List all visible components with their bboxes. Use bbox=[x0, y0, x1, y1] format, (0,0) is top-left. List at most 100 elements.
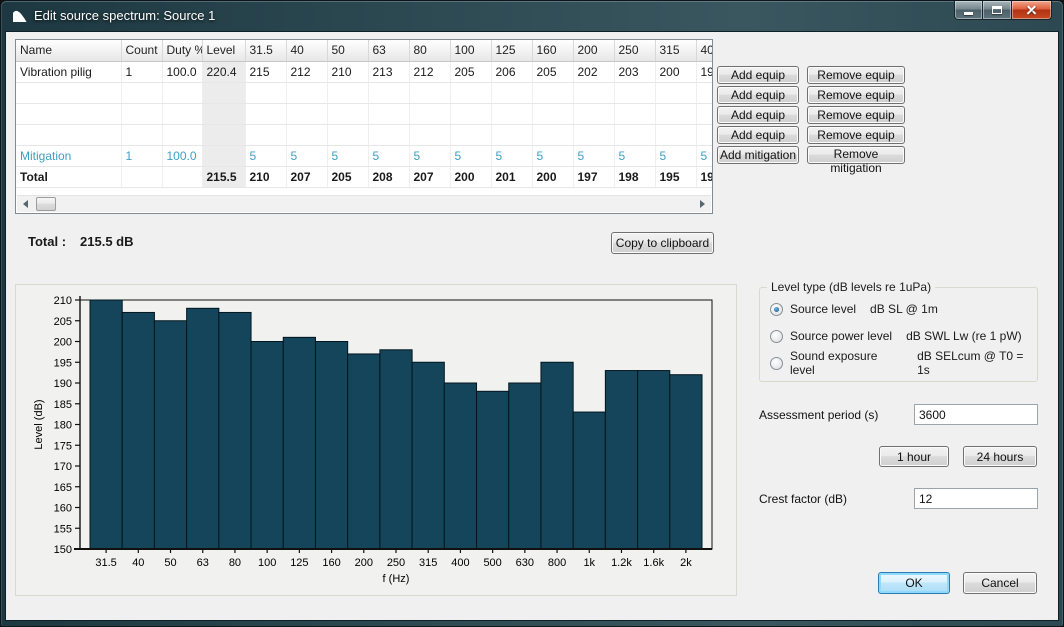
table-cell[interactable] bbox=[162, 124, 202, 145]
one-hour-button[interactable]: 1 hour bbox=[879, 446, 949, 467]
close-button[interactable] bbox=[1011, 1, 1052, 20]
table-cell[interactable]: 195 bbox=[696, 61, 713, 82]
table-cell[interactable]: 215.5 bbox=[202, 166, 245, 187]
table-cell[interactable] bbox=[655, 82, 696, 103]
table-cell[interactable] bbox=[368, 103, 409, 124]
table-cell[interactable]: 1 bbox=[121, 145, 162, 166]
column-header[interactable]: 63 bbox=[368, 40, 409, 61]
add-equip-button[interactable]: Add equip bbox=[717, 66, 799, 84]
table-cell[interactable] bbox=[245, 124, 286, 145]
table-cell[interactable]: 100.0 bbox=[162, 61, 202, 82]
column-header[interactable]: Duty % bbox=[162, 40, 202, 61]
table-cell[interactable] bbox=[327, 124, 368, 145]
add-mitigation-button[interactable]: Add mitigation bbox=[717, 146, 799, 164]
table-cell[interactable] bbox=[286, 82, 327, 103]
table-cell[interactable] bbox=[655, 124, 696, 145]
table-cell[interactable] bbox=[532, 82, 573, 103]
column-header[interactable]: 31.5 bbox=[245, 40, 286, 61]
column-header[interactable]: 125 bbox=[491, 40, 532, 61]
column-header[interactable]: Level bbox=[202, 40, 245, 61]
table-cell[interactable] bbox=[16, 103, 121, 124]
radio-button[interactable] bbox=[770, 357, 783, 370]
table-cell[interactable]: 1 bbox=[121, 61, 162, 82]
table-cell[interactable] bbox=[491, 82, 532, 103]
radio-button[interactable] bbox=[770, 330, 783, 343]
column-header[interactable]: 315 bbox=[655, 40, 696, 61]
table-cell[interactable]: 212 bbox=[286, 61, 327, 82]
minimize-button[interactable] bbox=[954, 1, 983, 20]
table-cell[interactable]: 206 bbox=[491, 61, 532, 82]
horizontal-scrollbar[interactable] bbox=[17, 195, 711, 212]
add-equip-button[interactable]: Add equip bbox=[717, 86, 799, 104]
table-cell[interactable]: 207 bbox=[286, 166, 327, 187]
column-header[interactable]: 100 bbox=[450, 40, 491, 61]
table-cell[interactable]: 195 bbox=[655, 166, 696, 187]
table-cell[interactable]: 5 bbox=[573, 145, 614, 166]
table-cell[interactable]: 5 bbox=[450, 145, 491, 166]
table-cell[interactable] bbox=[121, 166, 162, 187]
crest-factor-input[interactable] bbox=[914, 488, 1038, 509]
table-cell[interactable]: 205 bbox=[532, 61, 573, 82]
table-cell[interactable] bbox=[162, 166, 202, 187]
table-cell[interactable] bbox=[286, 124, 327, 145]
scroll-left-button[interactable] bbox=[17, 196, 34, 212]
table-cell[interactable] bbox=[532, 103, 573, 124]
table-cell[interactable] bbox=[409, 82, 450, 103]
remove-equip-button[interactable]: Remove equip bbox=[807, 106, 905, 124]
table-cell[interactable] bbox=[121, 82, 162, 103]
table-cell[interactable]: 197 bbox=[573, 166, 614, 187]
table-cell[interactable] bbox=[532, 124, 573, 145]
title-bar[interactable]: Edit source spectrum: Source 1 bbox=[1, 1, 1063, 31]
table-cell[interactable] bbox=[655, 103, 696, 124]
table-cell[interactable] bbox=[327, 103, 368, 124]
column-header[interactable]: 400 bbox=[696, 40, 713, 61]
table-cell[interactable] bbox=[696, 82, 713, 103]
table-cell[interactable] bbox=[409, 103, 450, 124]
level-type-option[interactable]: Source leveldB SL @ 1m bbox=[770, 302, 938, 316]
cancel-button[interactable]: Cancel bbox=[963, 572, 1037, 594]
column-header[interactable]: Name bbox=[16, 40, 121, 61]
table-cell[interactable]: 5 bbox=[491, 145, 532, 166]
table-cell[interactable] bbox=[696, 124, 713, 145]
table-cell[interactable] bbox=[286, 103, 327, 124]
ok-button[interactable]: OK bbox=[878, 572, 950, 594]
column-header[interactable]: 40 bbox=[286, 40, 327, 61]
table-cell[interactable] bbox=[614, 124, 655, 145]
remove-equip-button[interactable]: Remove equip bbox=[807, 66, 905, 84]
table-cell[interactable] bbox=[368, 82, 409, 103]
column-header[interactable]: 80 bbox=[409, 40, 450, 61]
table-cell[interactable]: 212 bbox=[409, 61, 450, 82]
table-cell[interactable] bbox=[202, 82, 245, 103]
table-cell[interactable]: 210 bbox=[245, 166, 286, 187]
table-cell[interactable] bbox=[16, 124, 121, 145]
table-cell[interactable] bbox=[573, 103, 614, 124]
remove-mitigation-button[interactable]: Remove mitigation bbox=[807, 146, 905, 164]
scroll-right-button[interactable] bbox=[694, 196, 711, 212]
table-cell[interactable] bbox=[162, 82, 202, 103]
level-type-option[interactable]: Source power leveldB SWL Lw (re 1 pW) bbox=[770, 329, 1022, 343]
table-cell[interactable] bbox=[16, 82, 121, 103]
table-cell[interactable] bbox=[573, 124, 614, 145]
column-header[interactable]: 50 bbox=[327, 40, 368, 61]
assessment-period-input[interactable] bbox=[914, 404, 1038, 425]
remove-equip-button[interactable]: Remove equip bbox=[807, 126, 905, 144]
add-equip-button[interactable]: Add equip bbox=[717, 106, 799, 124]
scrollbar-thumb[interactable] bbox=[36, 197, 56, 211]
table-cell[interactable] bbox=[121, 124, 162, 145]
table-cell[interactable]: Mitigation bbox=[16, 145, 121, 166]
level-type-option[interactable]: Sound exposure leveldB SELcum @ T0 = 1s bbox=[770, 356, 1037, 370]
table-cell[interactable]: 205 bbox=[327, 166, 368, 187]
table-cell[interactable] bbox=[450, 82, 491, 103]
table-cell[interactable] bbox=[450, 124, 491, 145]
table-cell[interactable]: 100.0 bbox=[162, 145, 202, 166]
table-cell[interactable] bbox=[409, 124, 450, 145]
table-cell[interactable] bbox=[121, 103, 162, 124]
twenty-four-hours-button[interactable]: 24 hours bbox=[963, 446, 1037, 467]
table-cell[interactable]: Total bbox=[16, 166, 121, 187]
table-cell[interactable]: 200 bbox=[655, 61, 696, 82]
table-cell[interactable] bbox=[573, 82, 614, 103]
table-cell[interactable]: 190 bbox=[696, 166, 713, 187]
column-header[interactable]: 250 bbox=[614, 40, 655, 61]
table-cell[interactable]: 202 bbox=[573, 61, 614, 82]
maximize-button[interactable] bbox=[983, 1, 1011, 20]
